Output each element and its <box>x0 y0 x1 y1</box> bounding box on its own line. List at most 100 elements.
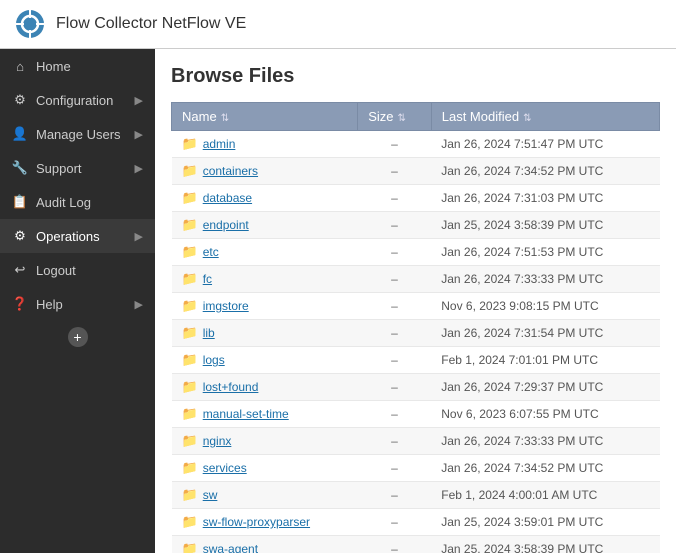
file-date-cell: Feb 1, 2024 7:01:01 PM UTC <box>431 347 659 374</box>
file-date-cell: Jan 26, 2024 7:34:52 PM UTC <box>431 455 659 482</box>
sidebar-item-configuration[interactable]: ⚙Configuration▶ <box>0 83 155 117</box>
folder-icon: 📁 <box>182 541 198 553</box>
file-size-cell: – <box>358 239 432 266</box>
table-row: 📁lost+found–Jan 26, 2024 7:29:37 PM UTC <box>172 374 660 401</box>
folder-icon: 📁 <box>182 514 198 530</box>
file-name-cell[interactable]: 📁containers <box>172 158 358 185</box>
file-date-cell: Jan 26, 2024 7:51:53 PM UTC <box>431 239 659 266</box>
column-header-last_modified[interactable]: Last Modified⇅ <box>431 103 659 131</box>
sidebar-item-label-logout: Logout <box>36 263 76 278</box>
file-size-cell: – <box>358 347 432 374</box>
file-size-cell: – <box>358 482 432 509</box>
file-size-cell: – <box>358 374 432 401</box>
sidebar-item-audit-log[interactable]: 📋Audit Log <box>0 185 155 219</box>
table-row: 📁fc–Jan 26, 2024 7:33:33 PM UTC <box>172 266 660 293</box>
help-arrow-icon: ▶ <box>135 298 143 311</box>
file-name-cell[interactable]: 📁fc <box>172 266 358 293</box>
manage-users-arrow-icon: ▶ <box>135 128 143 141</box>
folder-icon: 📁 <box>182 271 198 287</box>
folder-icon: 📁 <box>182 433 198 449</box>
table-row: 📁imgstore–Nov 6, 2023 9:08:15 PM UTC <box>172 293 660 320</box>
sidebar-item-label-operations: Operations <box>36 229 100 244</box>
file-size-cell: – <box>358 455 432 482</box>
table-row: 📁sw-flow-proxyparser–Jan 25, 2024 3:59:0… <box>172 509 660 536</box>
file-date-cell: Jan 25, 2024 3:58:39 PM UTC <box>431 212 659 239</box>
file-size-cell: – <box>358 158 432 185</box>
file-size-cell: – <box>358 401 432 428</box>
table-row: 📁logs–Feb 1, 2024 7:01:01 PM UTC <box>172 347 660 374</box>
folder-icon: 📁 <box>182 406 198 422</box>
support-icon: 🔧 <box>12 160 28 176</box>
sidebar: ⌂Home⚙Configuration▶👤Manage Users▶🔧Suppo… <box>0 49 155 553</box>
file-size-cell: – <box>358 536 432 553</box>
file-date-cell: Jan 26, 2024 7:31:54 PM UTC <box>431 320 659 347</box>
table-row: 📁lib–Jan 26, 2024 7:31:54 PM UTC <box>172 320 660 347</box>
file-table: Name⇅Size⇅Last Modified⇅ 📁admin–Jan 26, … <box>171 102 660 553</box>
file-date-cell: Jan 26, 2024 7:33:33 PM UTC <box>431 428 659 455</box>
sidebar-item-help[interactable]: ❓Help▶ <box>0 287 155 321</box>
main-layout: ⌂Home⚙Configuration▶👤Manage Users▶🔧Suppo… <box>0 49 676 553</box>
home-icon: ⌂ <box>12 58 28 74</box>
folder-icon: 📁 <box>182 379 198 395</box>
folder-icon: 📁 <box>182 325 198 341</box>
folder-icon: 📁 <box>182 163 198 179</box>
sort-icon-last_modified: ⇅ <box>523 113 531 124</box>
folder-icon: 📁 <box>182 298 198 314</box>
folder-icon: 📁 <box>182 136 198 152</box>
file-name-cell[interactable]: 📁admin <box>172 131 358 158</box>
folder-icon: 📁 <box>182 217 198 233</box>
folder-icon: 📁 <box>182 352 198 368</box>
column-header-name[interactable]: Name⇅ <box>172 103 358 131</box>
folder-icon: 📁 <box>182 487 198 503</box>
file-size-cell: – <box>358 428 432 455</box>
file-name-cell[interactable]: 📁lost+found <box>172 374 358 401</box>
file-date-cell: Jan 26, 2024 7:33:33 PM UTC <box>431 266 659 293</box>
file-size-cell: – <box>358 131 432 158</box>
sidebar-item-manage-users[interactable]: 👤Manage Users▶ <box>0 117 155 151</box>
table-row: 📁containers–Jan 26, 2024 7:34:52 PM UTC <box>172 158 660 185</box>
sidebar-item-label-manage-users: Manage Users <box>36 127 121 142</box>
sidebar-item-operations[interactable]: ⚙Operations▶ <box>0 219 155 253</box>
file-date-cell: Jan 26, 2024 7:34:52 PM UTC <box>431 158 659 185</box>
sort-icon-size: ⇅ <box>397 113 405 124</box>
page-title: Browse Files <box>171 65 660 88</box>
file-name-cell[interactable]: 📁etc <box>172 239 358 266</box>
file-size-cell: – <box>358 185 432 212</box>
file-date-cell: Jan 25, 2024 3:59:01 PM UTC <box>431 509 659 536</box>
table-row: 📁endpoint–Jan 25, 2024 3:58:39 PM UTC <box>172 212 660 239</box>
sidebar-item-label-help: Help <box>36 297 63 312</box>
file-name-cell[interactable]: 📁services <box>172 455 358 482</box>
main-content: Browse Files Name⇅Size⇅Last Modified⇅ 📁a… <box>155 49 676 553</box>
sidebar-item-label-support: Support <box>36 161 82 176</box>
file-name-cell[interactable]: 📁database <box>172 185 358 212</box>
file-name-cell[interactable]: 📁sw <box>172 482 358 509</box>
sidebar-add-button[interactable]: + <box>68 327 88 347</box>
sidebar-item-logout[interactable]: ↩ Logout <box>0 253 155 287</box>
file-date-cell: Jan 26, 2024 7:51:47 PM UTC <box>431 131 659 158</box>
configuration-icon: ⚙ <box>12 92 28 108</box>
table-row: 📁services–Jan 26, 2024 7:34:52 PM UTC <box>172 455 660 482</box>
table-row: 📁admin–Jan 26, 2024 7:51:47 PM UTC <box>172 131 660 158</box>
file-size-cell: – <box>358 293 432 320</box>
logout-icon: ↩ <box>12 262 28 278</box>
file-name-cell[interactable]: 📁imgstore <box>172 293 358 320</box>
file-date-cell: Jan 26, 2024 7:31:03 PM UTC <box>431 185 659 212</box>
file-name-cell[interactable]: 📁logs <box>172 347 358 374</box>
column-header-size[interactable]: Size⇅ <box>358 103 432 131</box>
file-size-cell: – <box>358 320 432 347</box>
sidebar-item-home[interactable]: ⌂Home <box>0 49 155 83</box>
table-row: 📁sw–Feb 1, 2024 4:00:01 AM UTC <box>172 482 660 509</box>
app-title: Flow Collector NetFlow VE <box>56 15 246 33</box>
file-name-cell[interactable]: 📁lib <box>172 320 358 347</box>
table-row: 📁etc–Jan 26, 2024 7:51:53 PM UTC <box>172 239 660 266</box>
file-name-cell[interactable]: 📁manual-set-time <box>172 401 358 428</box>
sidebar-item-support[interactable]: 🔧Support▶ <box>0 151 155 185</box>
file-name-cell[interactable]: 📁sw-flow-proxyparser <box>172 509 358 536</box>
file-name-cell[interactable]: 📁endpoint <box>172 212 358 239</box>
operations-icon: ⚙ <box>12 228 28 244</box>
folder-icon: 📁 <box>182 244 198 260</box>
file-name-cell[interactable]: 📁nginx <box>172 428 358 455</box>
folder-icon: 📁 <box>182 460 198 476</box>
file-name-cell[interactable]: 📁swa-agent <box>172 536 358 553</box>
folder-icon: 📁 <box>182 190 198 206</box>
